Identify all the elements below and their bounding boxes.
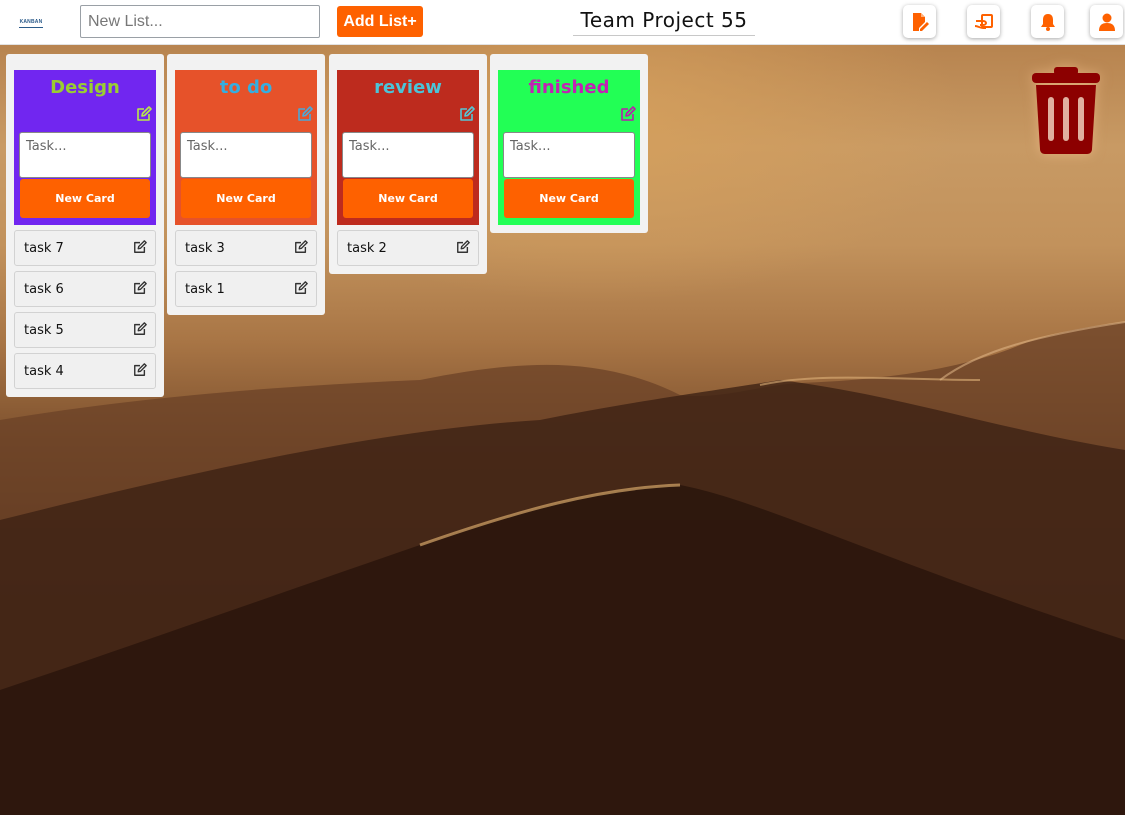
notifications-button[interactable] (1031, 5, 1064, 38)
list-header: review New Card (337, 70, 479, 225)
list-header: to do New Card (175, 70, 317, 225)
list-title[interactable]: to do (175, 76, 317, 100)
bell-icon (1040, 13, 1055, 31)
task-card[interactable]: task 1 (175, 271, 317, 307)
task-card-label: task 4 (24, 363, 64, 379)
edit-list-icon[interactable] (136, 106, 152, 122)
edit-list-icon[interactable] (620, 106, 636, 122)
list-title[interactable]: Design (14, 76, 156, 100)
list-title[interactable]: review (337, 76, 479, 100)
edit-document-icon (912, 12, 929, 31)
edit-card-icon[interactable] (294, 240, 308, 254)
list-1: to do New Card task 3 task 1 (167, 54, 325, 315)
edit-card-icon[interactable] (456, 240, 470, 254)
task-card[interactable]: task 3 (175, 230, 317, 266)
edit-document-button[interactable] (903, 5, 936, 38)
new-card-button[interactable]: New Card (181, 179, 311, 218)
task-card[interactable]: task 6 (14, 271, 156, 307)
user-button[interactable] (1090, 5, 1123, 38)
list-0: Design New Card task 7 task 6 task 5 task… (6, 54, 164, 397)
task-card-label: task 7 (24, 240, 64, 256)
edit-list-icon[interactable] (297, 106, 313, 122)
project-title[interactable]: Team Project 55 (573, 8, 755, 36)
user-icon (1098, 13, 1115, 31)
new-card-button[interactable]: New Card (504, 179, 634, 218)
task-card[interactable]: task 7 (14, 230, 156, 266)
new-card-button[interactable]: New Card (343, 179, 473, 218)
edit-card-icon[interactable] (294, 281, 308, 295)
edit-card-icon[interactable] (133, 240, 147, 254)
list-title[interactable]: finished (498, 76, 640, 100)
app-logo[interactable]: KANBAN (19, 16, 43, 28)
trash-icon[interactable] (1030, 67, 1102, 155)
task-input[interactable] (180, 132, 312, 178)
edit-card-icon[interactable] (133, 281, 147, 295)
edit-list-icon[interactable] (459, 106, 475, 122)
task-card-label: task 1 (185, 281, 225, 297)
list-2: review New Card task 2 (329, 54, 487, 274)
task-input[interactable] (503, 132, 635, 178)
list-header: Design New Card (14, 70, 156, 225)
task-input[interactable] (342, 132, 474, 178)
task-input[interactable] (19, 132, 151, 178)
task-card-label: task 6 (24, 281, 64, 297)
task-card[interactable]: task 5 (14, 312, 156, 348)
list-3: finished New Card (490, 54, 648, 233)
task-card[interactable]: task 2 (337, 230, 479, 266)
list-header: finished New Card (498, 70, 640, 225)
edit-card-icon[interactable] (133, 322, 147, 336)
new-card-button[interactable]: New Card (20, 179, 150, 218)
task-card-label: task 2 (347, 240, 387, 256)
hand-card-icon (974, 13, 993, 29)
task-card-label: task 5 (24, 322, 64, 338)
add-list-button[interactable]: Add List+ (337, 6, 423, 37)
task-card-label: task 3 (185, 240, 225, 256)
new-list-input[interactable] (80, 5, 320, 38)
hand-card-button[interactable] (967, 5, 1000, 38)
edit-card-icon[interactable] (133, 363, 147, 377)
top-bar: KANBAN Add List+ Team Project 55 (0, 0, 1125, 45)
task-card[interactable]: task 4 (14, 353, 156, 389)
